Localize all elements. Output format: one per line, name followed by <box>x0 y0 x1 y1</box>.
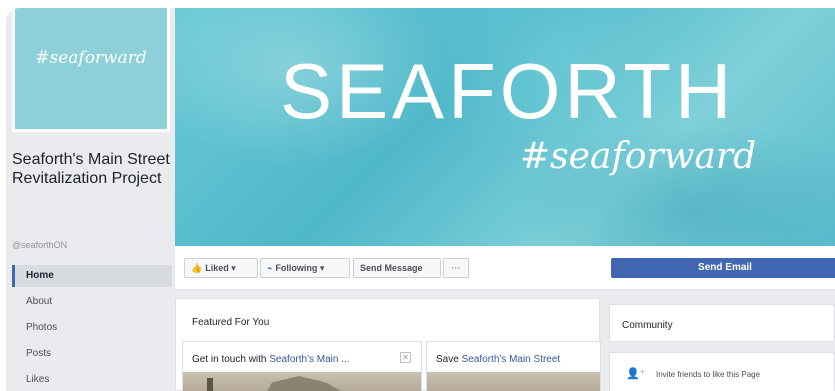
featured-title: Featured For You <box>192 317 270 328</box>
cover-title: SEAFORTH <box>280 47 736 135</box>
page-handle[interactable]: @seaforthON <box>12 240 67 250</box>
liked-button[interactable]: 👍 Liked ▾ <box>184 258 258 278</box>
add-friend-icon: 👤⁺ <box>626 368 646 380</box>
card-image <box>183 372 421 391</box>
nav-item-likes[interactable]: Likes <box>12 369 172 391</box>
featured-card-save[interactable]: Save Seaforth's Main Street <box>426 341 601 391</box>
card-text: Save Seaforth's Main Street <box>436 354 560 365</box>
lamp-post-shape <box>207 378 213 391</box>
page-link[interactable]: Seaforth's Main Street <box>462 354 561 365</box>
left-column: #seaforward Seaforth's Main Street Revit… <box>6 8 172 391</box>
featured-section: Featured For You Get in touch with Seafo… <box>175 298 601 391</box>
invite-friends-link[interactable]: Invite friends to like this Page <box>656 370 760 379</box>
following-label: Following ▾ <box>275 263 325 273</box>
building-shape <box>263 376 353 391</box>
profile-picture-text: #seaforward <box>35 48 147 68</box>
rss-icon: ⌁ <box>267 263 273 273</box>
cover-subtitle: #seaforward <box>520 136 757 177</box>
send-message-button[interactable]: Send Message <box>353 258 441 278</box>
send-email-button[interactable]: Send Email <box>611 258 835 278</box>
page-nav: Home About Photos Posts Likes <box>12 265 172 391</box>
profile-picture[interactable]: #seaforward <box>12 8 170 132</box>
facebook-page: #seaforward Seaforth's Main Street Revit… <box>6 8 835 391</box>
close-icon[interactable]: ✕ <box>400 352 411 363</box>
invite-friends-row[interactable]: 👤⁺ Invite friends to like this Page <box>609 352 835 391</box>
community-title: Community <box>622 320 673 331</box>
card-text-prefix: Save <box>436 354 462 365</box>
following-button[interactable]: ⌁ Following ▾ <box>260 258 350 278</box>
nav-item-home[interactable]: Home <box>12 265 172 287</box>
card-image <box>427 372 600 391</box>
page-title[interactable]: Seaforth's Main Street Revitalization Pr… <box>12 150 170 188</box>
nav-item-about[interactable]: About <box>12 291 172 313</box>
card-text-prefix: Get in touch with <box>192 354 270 365</box>
nav-item-posts[interactable]: Posts <box>12 343 172 365</box>
featured-card-contact[interactable]: Get in touch with Seaforth's Main ... ✕ <box>182 341 422 391</box>
nav-item-photos[interactable]: Photos <box>12 317 172 339</box>
more-options-button[interactable]: ··· <box>443 258 469 278</box>
thumbs-up-icon: 👍 <box>191 263 203 273</box>
cover-photo[interactable]: SEAFORTH #seaforward <box>175 8 835 246</box>
card-text: Get in touch with Seaforth's Main ... <box>192 354 350 365</box>
page-link[interactable]: Seaforth's Main ... <box>269 354 349 365</box>
liked-label: Liked ▾ <box>205 263 236 273</box>
action-bar: 👍 Liked ▾ ⌁ Following ▾ Send Message ··· S… <box>175 246 835 290</box>
community-panel: Community <box>609 304 835 342</box>
